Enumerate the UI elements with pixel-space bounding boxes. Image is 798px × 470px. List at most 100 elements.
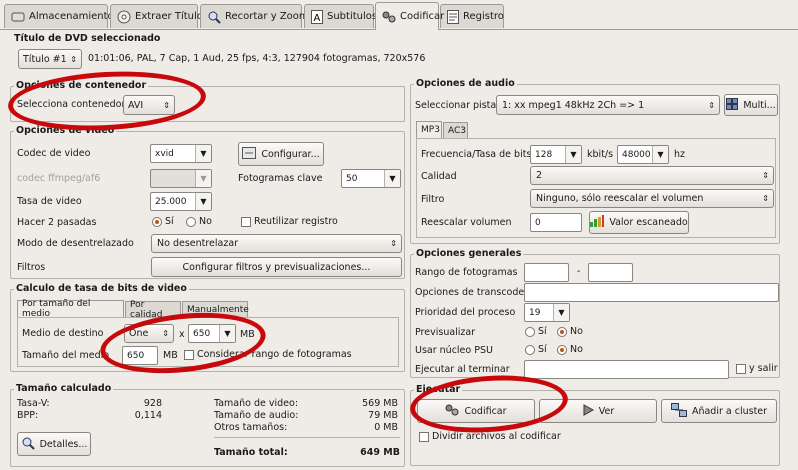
two-pass-label: Hacer 2 pasadas bbox=[17, 217, 97, 228]
radio-icon[interactable] bbox=[186, 216, 196, 227]
gears-icon bbox=[445, 404, 459, 419]
checkbox-icon[interactable] bbox=[736, 363, 746, 374]
media-dest-label: Medio de destino bbox=[22, 328, 104, 339]
gears-icon bbox=[382, 10, 396, 24]
quality-label: Calidad bbox=[421, 171, 457, 182]
configure-filters-button[interactable]: Configurar filtros y previsualizaciones.… bbox=[151, 257, 402, 277]
scanned-value-button[interactable]: Valor escaneado bbox=[589, 211, 689, 234]
dropdown-arrow-icon: ▼ bbox=[195, 170, 211, 187]
audio-filter-select[interactable]: Ninguno, sólo reescalar el volumen ⇕ bbox=[530, 189, 774, 208]
add-to-cluster-button[interactable]: Añadir a cluster bbox=[661, 399, 777, 423]
run-at-end-input[interactable] bbox=[524, 360, 729, 379]
tasa-v-label: Tasa-V: bbox=[17, 398, 50, 409]
details-button[interactable]: Detalles... bbox=[17, 432, 91, 456]
tab-mp3[interactable]: MP3 bbox=[416, 121, 442, 138]
media-size-select[interactable]: 650 ▼ bbox=[188, 324, 236, 343]
audio-bitrate-select[interactable]: 128 ▼ bbox=[530, 145, 582, 164]
tab-manualmente[interactable]: Manualmente bbox=[182, 301, 249, 317]
container-select[interactable]: AVI ⇕ bbox=[123, 95, 175, 115]
view-button[interactable]: Ver bbox=[539, 399, 657, 423]
audio-track-label: Seleccionar pista bbox=[415, 100, 497, 111]
ffmpeg-codec-label: codec ffmpeg/af6 bbox=[17, 173, 101, 184]
filter-label: Filtro bbox=[421, 194, 445, 205]
audio-quality-select[interactable]: 2 ⇕ bbox=[530, 166, 774, 185]
video-rate-select[interactable]: 25.000 ▼ bbox=[150, 192, 212, 211]
hz-unit: hz bbox=[674, 149, 686, 160]
filters-label: Filtros bbox=[17, 262, 46, 273]
tab-subtitulos[interactable]: A Subtitulos bbox=[304, 4, 378, 28]
deinterlace-select[interactable]: No desentrelazar ⇕ bbox=[151, 234, 402, 253]
radio-selected-icon[interactable] bbox=[557, 326, 567, 337]
radio-icon[interactable] bbox=[525, 344, 535, 355]
kbits-unit: kbit/s bbox=[587, 149, 614, 160]
multi-button[interactable]: Multi... bbox=[724, 94, 778, 116]
ffmpeg-codec-select[interactable]: ▼ bbox=[150, 169, 212, 188]
dvd-title-value: Título #1 bbox=[23, 53, 67, 65]
rescale-input[interactable]: 0 bbox=[530, 213, 582, 232]
split-files-checkbox[interactable]: Dividir archivos al codificar bbox=[419, 431, 561, 442]
tab-por-calidad[interactable]: Por calidad bbox=[125, 300, 181, 320]
reuse-log-checkbox[interactable]: Reutilizar registro bbox=[241, 216, 338, 227]
checkbox-icon[interactable] bbox=[241, 216, 251, 227]
dropdown-arrow-icon: ▼ bbox=[219, 325, 235, 342]
tab-almacenamiento[interactable]: Almacenamiento bbox=[4, 4, 114, 28]
consider-range-checkbox[interactable]: Considerar rango de fotogramas bbox=[184, 349, 352, 360]
frame-range-start-input[interactable] bbox=[524, 263, 569, 282]
audio-freq-select[interactable]: 48000 ▼ bbox=[617, 145, 669, 164]
psu-no[interactable]: No bbox=[557, 344, 583, 355]
priority-select[interactable]: 19 ▼ bbox=[524, 303, 570, 322]
two-pass-yes[interactable]: Sí bbox=[152, 216, 174, 227]
dropdown-arrow-icon: ▼ bbox=[195, 193, 211, 210]
audio-size-label: Tamaño de audio: bbox=[214, 410, 299, 421]
preview-yes[interactable]: Sí bbox=[525, 326, 547, 337]
tab-registro[interactable]: Registro bbox=[440, 4, 504, 28]
bitrate-section-title: Calculo de tasa de bits de video bbox=[14, 283, 189, 294]
two-pass-no[interactable]: No bbox=[186, 216, 212, 227]
media-size-input[interactable]: 650 bbox=[122, 346, 158, 365]
other-size-value: 0 MB bbox=[374, 422, 398, 433]
cluster-icon bbox=[670, 402, 687, 420]
main-tabbar: Almacenamiento Extraer Título Recortar y… bbox=[0, 0, 798, 30]
zoom-icon bbox=[207, 10, 221, 24]
updown-icon: ⇕ bbox=[162, 329, 169, 338]
media-count-select[interactable]: One ⇕ bbox=[124, 324, 174, 343]
preview-label: Previsualizar bbox=[415, 327, 476, 338]
tab-codificar[interactable]: Codificar bbox=[375, 2, 444, 30]
keyframes-select[interactable]: 50 ▼ bbox=[341, 169, 401, 188]
radio-selected-icon[interactable] bbox=[557, 344, 567, 355]
priority-label: Prioridad del proceso bbox=[415, 307, 516, 318]
audio-section-title: Opciones de audio bbox=[414, 78, 517, 89]
transcode-options-input[interactable] bbox=[524, 283, 779, 302]
rescale-label: Reescalar volumen bbox=[421, 217, 512, 228]
checkbox-icon[interactable] bbox=[184, 349, 194, 360]
radio-selected-icon[interactable] bbox=[152, 216, 162, 227]
and-exit-checkbox[interactable]: y salir bbox=[736, 363, 778, 374]
preview-no[interactable]: No bbox=[557, 326, 583, 337]
encode-button[interactable]: Codificar bbox=[417, 399, 535, 423]
tab-por-tamano-medio[interactable]: Por tamaño del medio bbox=[17, 299, 124, 319]
frame-range-dash: - bbox=[577, 266, 581, 277]
psu-core-label: Usar núcleo PSU bbox=[415, 345, 493, 356]
dvd-title-combo[interactable]: Título #1 ⇕ bbox=[18, 49, 82, 69]
checkbox-icon[interactable] bbox=[419, 431, 429, 442]
tab-ac3[interactable]: AC3 bbox=[443, 122, 468, 138]
dropdown-arrow-icon: ▼ bbox=[384, 170, 400, 187]
radio-icon[interactable] bbox=[525, 326, 535, 337]
codec-value: xvid bbox=[155, 148, 174, 159]
run-at-end-label: Ejecutar al terminar bbox=[415, 364, 510, 375]
disc-icon bbox=[117, 10, 131, 24]
tab-label: Subtitulos bbox=[327, 11, 378, 22]
psu-yes[interactable]: Sí bbox=[525, 344, 547, 355]
dvd-section-title: Título de DVD seleccionado bbox=[14, 33, 161, 44]
updown-icon: ⇕ bbox=[390, 239, 397, 248]
keyframes-label: Fotogramas clave bbox=[238, 173, 323, 184]
freq-label: Frecuencia/Tasa de bits bbox=[421, 149, 532, 160]
tab-recortar-zoom[interactable]: Recortar y Zoom bbox=[200, 4, 309, 28]
bpp-label: BPP: bbox=[17, 410, 39, 421]
audio-track-select[interactable]: 1: xx mpeg1 48kHz 2Ch => 1 ⇕ bbox=[496, 95, 720, 115]
media-size-input-unit: MB bbox=[163, 350, 178, 361]
codec-select[interactable]: xvid ▼ bbox=[150, 144, 212, 163]
configure-codec-button[interactable]: Configurar... bbox=[238, 142, 324, 166]
frame-range-end-input[interactable] bbox=[588, 263, 633, 282]
tab-extraer-titulo[interactable]: Extraer Título bbox=[110, 4, 203, 28]
